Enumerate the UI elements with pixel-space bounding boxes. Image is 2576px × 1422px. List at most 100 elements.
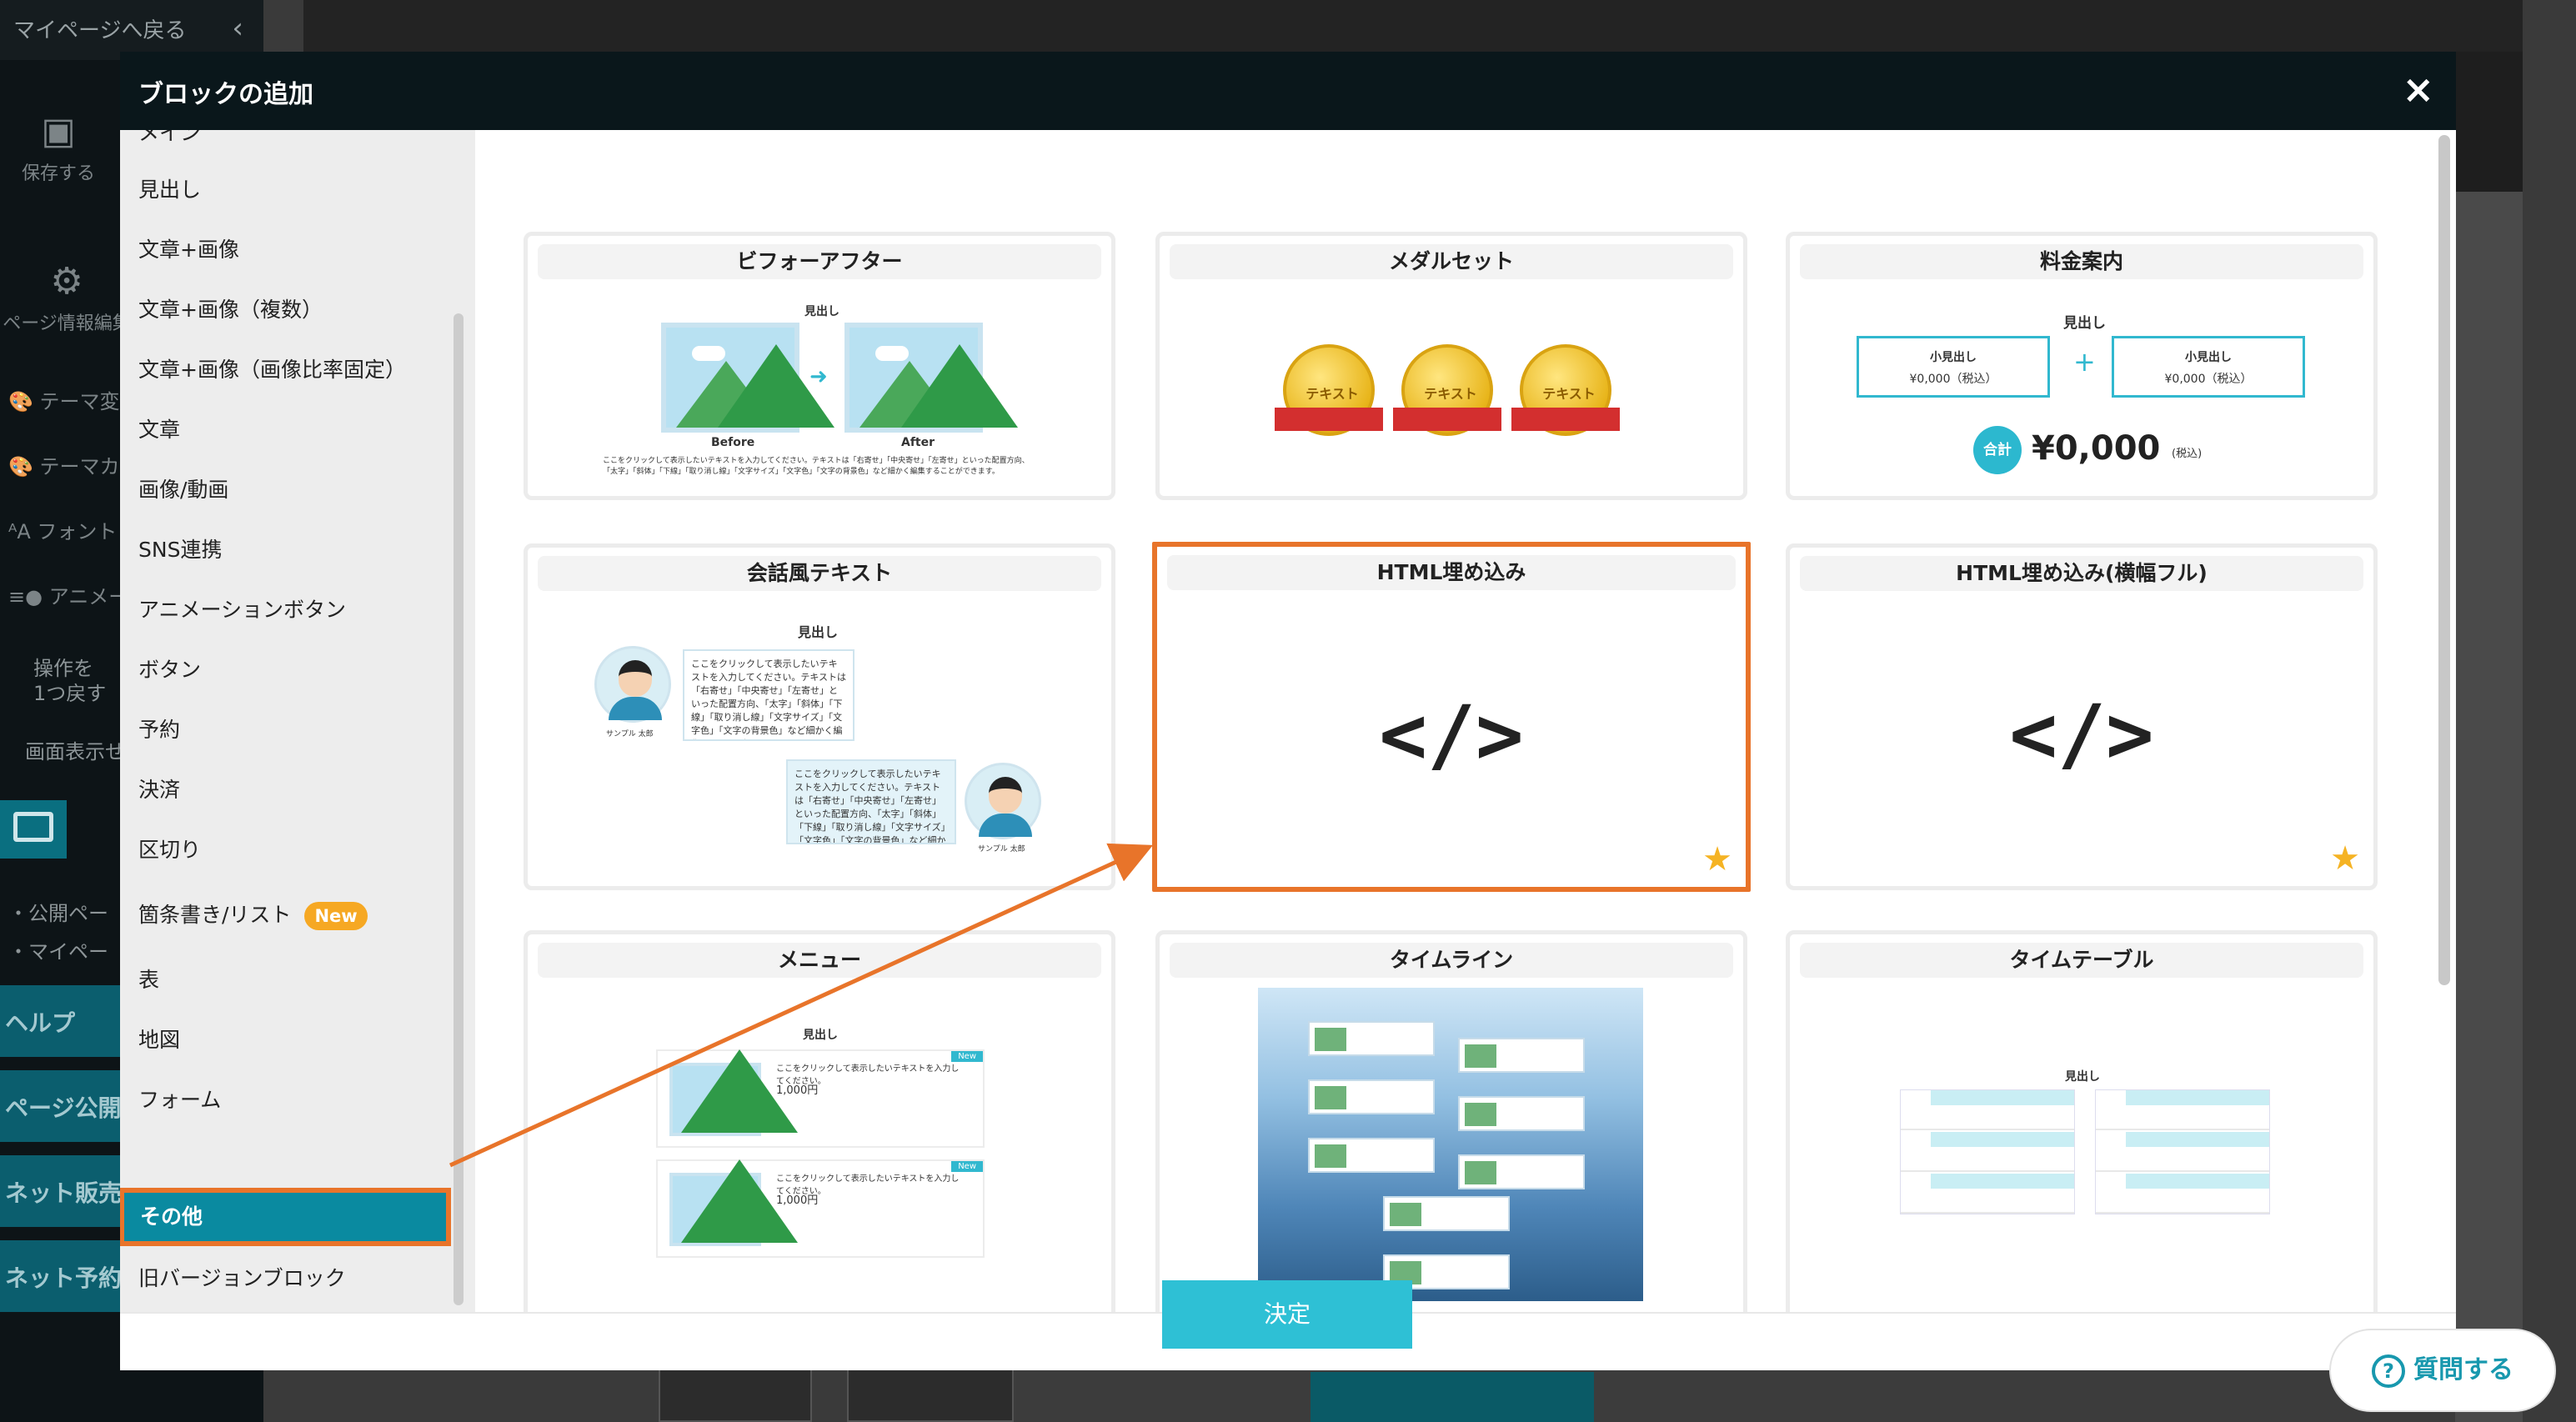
card-heading: 見出し: [804, 305, 839, 318]
category-list-label: 箇条書き/リスト: [138, 903, 292, 927]
speech-bubble-reply: ここをクリックして表示したいテキストを入力してください。テキストは「右寄せ」「中…: [786, 759, 956, 844]
medal-text: テキスト: [1542, 386, 1596, 402]
desktop-view-button[interactable]: [0, 800, 67, 859]
menu-new-badge: New: [951, 1161, 983, 1172]
card-title: HTML埋め込み(横幅フル): [1800, 556, 2363, 591]
price-box-value: ¥0,000（税込）: [2164, 373, 2253, 386]
page-info-tool[interactable]: ⚙ ページ情報編集: [0, 258, 133, 335]
menu-item: ここをクリックして表示したいテキストを入力してください。 1,000円 New: [656, 1159, 985, 1258]
category-animation-button[interactable]: アニメーションボタン: [120, 583, 445, 637]
block-card-conversation[interactable]: 会話風テキスト 見出し サンプル 太郎 ここをクリックして表示したいテキストを入…: [524, 543, 1115, 890]
menu-item-image: [669, 1159, 799, 1246]
gear-icon: ⚙: [50, 260, 83, 303]
animation-label: アニメー: [48, 585, 129, 608]
monitor-icon: [13, 812, 53, 842]
price-box-title: 小見出し: [1930, 351, 1977, 364]
card-body-text: ここをクリックして表示したいテキストを入力してください。テキストは「右寄せ」「中…: [603, 457, 1030, 476]
category-payment[interactable]: 決済: [120, 764, 445, 817]
timeline-preview-image: [1258, 988, 1643, 1301]
category-text[interactable]: 文章: [120, 403, 445, 457]
thumb-1: [659, 1367, 812, 1422]
block-card-pricing[interactable]: 料金案内 見出し 小見出し ¥0,000（税込） + 小見出し ¥0,000（税…: [1786, 232, 2378, 500]
category-scrollbar[interactable]: [454, 313, 464, 1305]
category-list-item[interactable]: 箇条書き/リスト New: [120, 889, 445, 942]
animation-link[interactable]: ≡● アニメー: [0, 580, 128, 609]
category-text-image-multi[interactable]: 文章+画像（複数）: [120, 283, 445, 337]
category-text-image[interactable]: 文章+画像: [120, 223, 445, 277]
menu-new-badge: New: [951, 1051, 983, 1062]
theme-change-link[interactable]: 🎨 テーマ変: [0, 385, 120, 414]
font-label: フォント: [37, 520, 118, 543]
category-sns[interactable]: SNS連携: [120, 523, 445, 577]
avatar: [594, 646, 671, 723]
page-info-tool-label: ページ情報編集: [3, 313, 131, 334]
category-divider[interactable]: 区切り: [120, 824, 445, 877]
card-title: タイムテーブル: [1800, 943, 2363, 978]
confirm-button[interactable]: 決定: [1162, 1280, 1412, 1349]
block-card-timetable[interactable]: タイムテーブル 見出し: [1786, 930, 2378, 1312]
add-block-modal: ブロックの追加 × メイン 見出し 文章+画像 文章+画像（複数） 文章+画像（…: [120, 52, 2456, 1370]
close-icon[interactable]: ×: [2402, 67, 2434, 112]
theme-color-label: テーマカ: [39, 455, 120, 478]
after-image: [844, 323, 1018, 433]
category-button[interactable]: ボタン: [120, 643, 445, 697]
card-title: HTML埋め込み: [1167, 555, 1736, 590]
ask-question-button[interactable]: ? 質問する: [2331, 1330, 2554, 1410]
medal-ribbon: [1511, 408, 1620, 431]
category-table[interactable]: 表: [120, 954, 445, 1007]
medal-ribbon: [1275, 408, 1383, 431]
block-card-before-after[interactable]: ビフォーアフター 見出し ➜ Before After ここをクリックして表示し…: [524, 232, 1115, 500]
total-badge: 合計: [1973, 426, 2022, 474]
page-gutter: [2455, 192, 2523, 1422]
card-heading: 見出し: [2065, 1070, 2100, 1084]
category-list: メイン 見出し 文章+画像 文章+画像（複数） 文章+画像（画像比率固定） 文章…: [120, 130, 475, 1312]
card-heading: 見出し: [2063, 315, 2106, 332]
block-card-menu[interactable]: メニュー 見出し ここをクリックして表示したいテキストを入力してください。 1,…: [524, 930, 1115, 1312]
code-icon: </>: [2009, 688, 2154, 781]
bullet-mypage: ・マイペー: [8, 940, 108, 964]
category-other[interactable]: その他: [120, 1188, 451, 1246]
block-card-medal-set[interactable]: メダルセット テキスト テキスト テキスト: [1155, 232, 1747, 500]
category-image-video[interactable]: 画像/動画: [120, 463, 445, 517]
card-heading: 見出し: [798, 624, 839, 640]
star-icon: ★: [1702, 840, 1732, 879]
avatar: [965, 763, 1041, 839]
modal-header: ブロックの追加 ×: [120, 52, 2456, 130]
theme-color-link[interactable]: 🎨 テーマカ: [0, 450, 120, 479]
block-card-timeline[interactable]: タイムライン: [1155, 930, 1747, 1312]
undo-label-2: 1つ戻す: [33, 682, 107, 705]
save-tool[interactable]: ▣ 保存する: [0, 108, 117, 185]
ask-question-label: 質問する: [2413, 1355, 2513, 1384]
thumb-2: [847, 1367, 1014, 1422]
new-badge: New: [304, 902, 368, 930]
category-text-image-fixed[interactable]: 文章+画像（画像比率固定）: [120, 343, 445, 397]
chevron-left-icon: ‹: [232, 12, 243, 45]
medal-ribbon: [1393, 408, 1501, 431]
bullet-public: ・公開ペー: [8, 902, 108, 925]
plus-icon: +: [2073, 346, 2096, 378]
category-main[interactable]: メイン: [120, 130, 445, 160]
font-link[interactable]: ᴬA フォント: [0, 515, 117, 544]
price-box: 小見出し ¥0,000（税込）: [2112, 336, 2305, 398]
card-title: 会話風テキスト: [538, 556, 1101, 591]
card-title: ビフォーアフター: [538, 244, 1101, 279]
category-map[interactable]: 地図: [120, 1014, 445, 1067]
category-reservation[interactable]: 予約: [120, 703, 445, 757]
block-card-html-embed[interactable]: HTML埋め込み </> ★: [1152, 542, 1751, 892]
grid-scrollbar[interactable]: [2438, 135, 2450, 985]
category-heading[interactable]: 見出し: [120, 163, 445, 217]
menu-item-price: 1,000円: [776, 1194, 819, 1207]
back-to-mypage-label: マイページへ戻る: [13, 18, 187, 43]
after-label: After: [901, 436, 935, 449]
bg-action-button: [1311, 1372, 1594, 1422]
avatar-name: サンプル 太郎: [978, 845, 1025, 854]
arrow-right-icon: ➜: [809, 364, 828, 389]
block-card-html-embed-full[interactable]: HTML埋め込み(横幅フル) </> ★: [1786, 543, 2378, 890]
save-tool-label: 保存する: [21, 163, 95, 184]
before-label: Before: [711, 436, 755, 449]
display-label: 画面表示せ: [25, 740, 125, 764]
category-form[interactable]: フォーム: [120, 1074, 445, 1127]
star-icon: ★: [2330, 839, 2360, 878]
menu-item: ここをクリックして表示したいテキストを入力してください。 1,000円 New: [656, 1049, 985, 1148]
category-legacy[interactable]: 旧バージョンブロック: [120, 1252, 445, 1305]
